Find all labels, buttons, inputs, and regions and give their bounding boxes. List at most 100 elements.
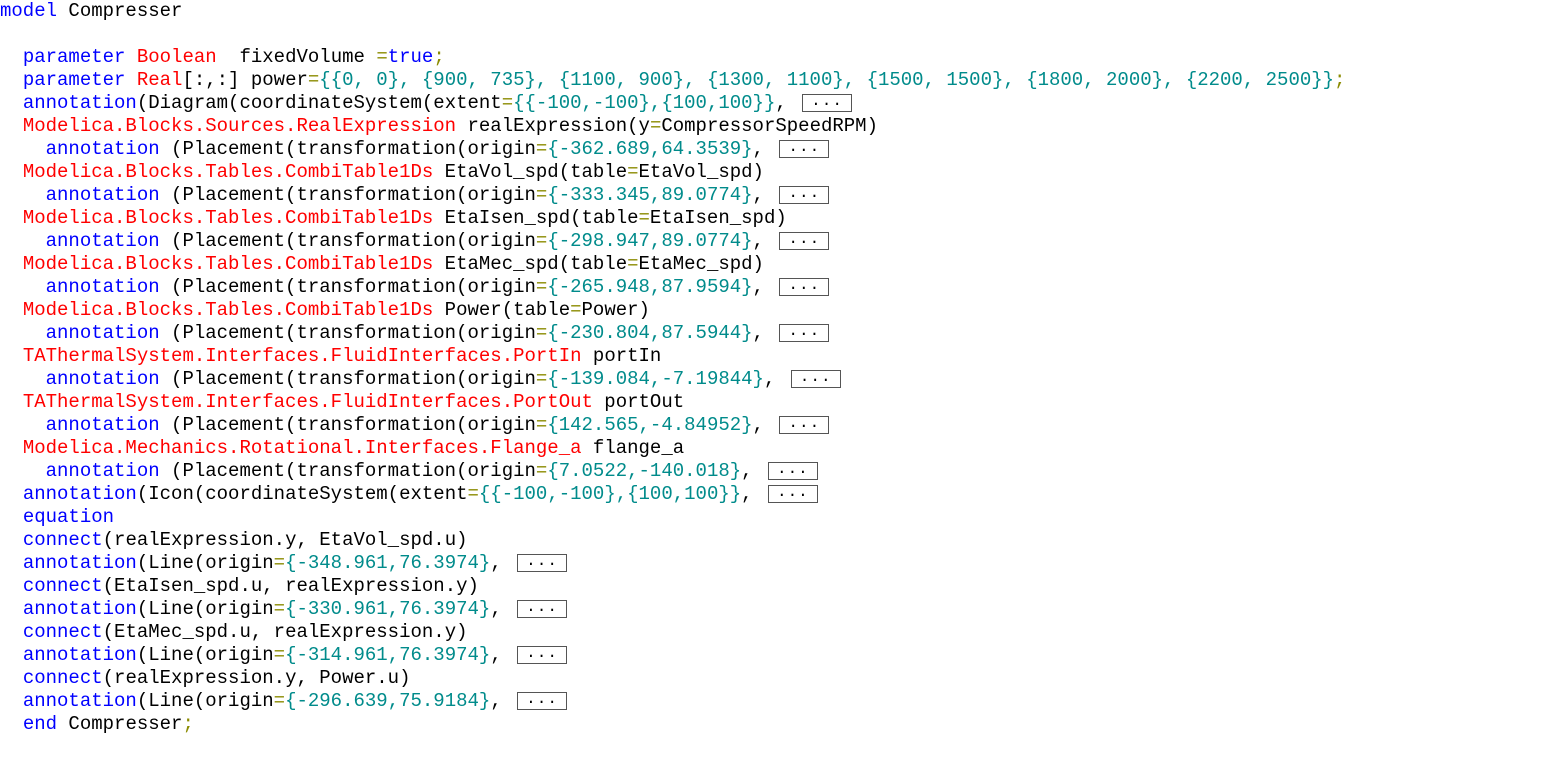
keyword-token: equation [22,506,115,528]
text-token: (realExpression.y, Power.u) [102,667,411,689]
keyword-token: annotation [45,138,160,160]
collapsed-annotation-button[interactable]: ... [517,553,567,572]
code-line: annotation (Placement(transformation(ori… [0,414,830,437]
operator-token: = [273,690,286,712]
collapsed-annotation-button[interactable]: ... [767,484,818,503]
keyword-token: annotation [22,483,137,505]
collapsed-annotation-button[interactable]: ... [767,461,818,480]
operator-token: = [535,460,548,482]
type-token: Modelica.Blocks.Tables.CombiTable1Ds [22,253,434,275]
number-token: {-298.947,89.0774} [547,230,753,252]
code-line: TAThermalSystem.Interfaces.FluidInterfac… [0,345,662,368]
collapsed-annotation-button[interactable]: ... [779,185,830,204]
text-token: , [490,552,514,574]
code-line: Modelica.Blocks.Sources.RealExpression r… [0,115,878,138]
type-token: Modelica.Blocks.Tables.CombiTable1Ds [22,161,434,183]
text-token: , [752,184,776,206]
code-line: Modelica.Blocks.Tables.CombiTable1Ds Eta… [0,161,764,184]
collapsed-annotation-button[interactable]: ... [517,691,567,710]
text-token: Power(table [433,299,571,321]
number-token: {-314.961,76.3974} [285,644,491,666]
code-line: parameter Boolean fixedVolume =true; [0,46,445,69]
text-token: (EtaIsen_spd.u, realExpression.y) [102,575,479,597]
keyword-token: annotation [22,644,137,666]
text-token: (Placement(transformation(origin [159,460,536,482]
type-token: TAThermalSystem.Interfaces.FluidInterfac… [22,391,593,413]
operator-token: = [273,644,286,666]
collapsed-annotation-button[interactable]: ... [779,323,830,342]
text-token: (Placement(transformation(origin [159,414,536,436]
collapsed-annotation-button[interactable]: ... [802,93,852,112]
text-token: (Placement(transformation(origin [159,184,536,206]
operator-token: = [535,322,548,344]
type-token: Real [136,69,183,91]
collapsed-annotation-button[interactable]: ... [779,277,830,296]
code-line: annotation(Line(origin={-330.961,76.3974… [0,598,567,621]
text-token: (Placement(transformation(origin [159,276,536,298]
text-token: , [490,690,514,712]
collapsed-annotation-button[interactable]: ... [779,415,830,434]
text-token: , [752,230,776,252]
code-line: annotation(Diagram(coordinateSystem(exte… [0,92,852,115]
collapsed-annotation-button[interactable]: ... [517,599,567,618]
keyword-token: parameter [22,69,126,91]
type-token: Modelica.Mechanics.Rotational.Interfaces… [22,437,582,459]
text-token: EtaVol_spd) [638,161,764,183]
text-token: Power) [581,299,650,321]
text-token: flange_a [581,437,685,459]
keyword-token: end [22,713,58,735]
operator-token: = [649,115,662,137]
text-token: (Diagram(coordinateSystem(extent [136,92,502,114]
text-token: EtaVol_spd(table [433,161,628,183]
collapsed-annotation-button[interactable]: ... [779,139,830,158]
text-token: EtaIsen_spd(table [433,207,639,229]
operator-token: = [273,598,286,620]
text-token: portOut [592,391,685,413]
number-token: {-362.689,64.3539} [547,138,753,160]
keyword-token: annotation [45,460,160,482]
collapsed-annotation-button[interactable]: ... [517,645,567,664]
type-token: Modelica.Blocks.Tables.CombiTable1Ds [22,207,434,229]
code-line: Modelica.Blocks.Tables.CombiTable1Ds Eta… [0,207,787,230]
collapsed-annotation-button[interactable]: ... [790,369,841,388]
code-line: Modelica.Blocks.Tables.CombiTable1Ds Eta… [0,253,764,276]
keyword-token: annotation [22,92,137,114]
operator-token: = [535,138,548,160]
text-token: EtaMec_spd) [638,253,764,275]
code-editor[interactable]: model Compresser parameter Boolean fixed… [0,0,1561,760]
code-line: annotation (Placement(transformation(ori… [0,184,830,207]
text-token: Compresser [57,713,183,735]
text-token: (Placement(transformation(origin [159,368,536,390]
text-token: (Line(origin [136,690,274,712]
number-token: {-348.961,76.3974} [285,552,491,574]
code-line: end Compresser; [0,713,194,736]
code-line: annotation(Line(origin={-314.961,76.3974… [0,644,567,667]
operator-token: ; [182,713,194,735]
text-token: (Line(origin [136,598,274,620]
text-token: , [741,460,764,482]
keyword-token: annotation [45,414,160,436]
type-token: Boolean [136,46,217,68]
collapsed-annotation-button[interactable]: ... [779,231,830,250]
text-token: EtaIsen_spd) [649,207,787,229]
number-token: {7.0522,-140.018} [547,460,742,482]
code-line: TAThermalSystem.Interfaces.FluidInterfac… [0,391,684,414]
